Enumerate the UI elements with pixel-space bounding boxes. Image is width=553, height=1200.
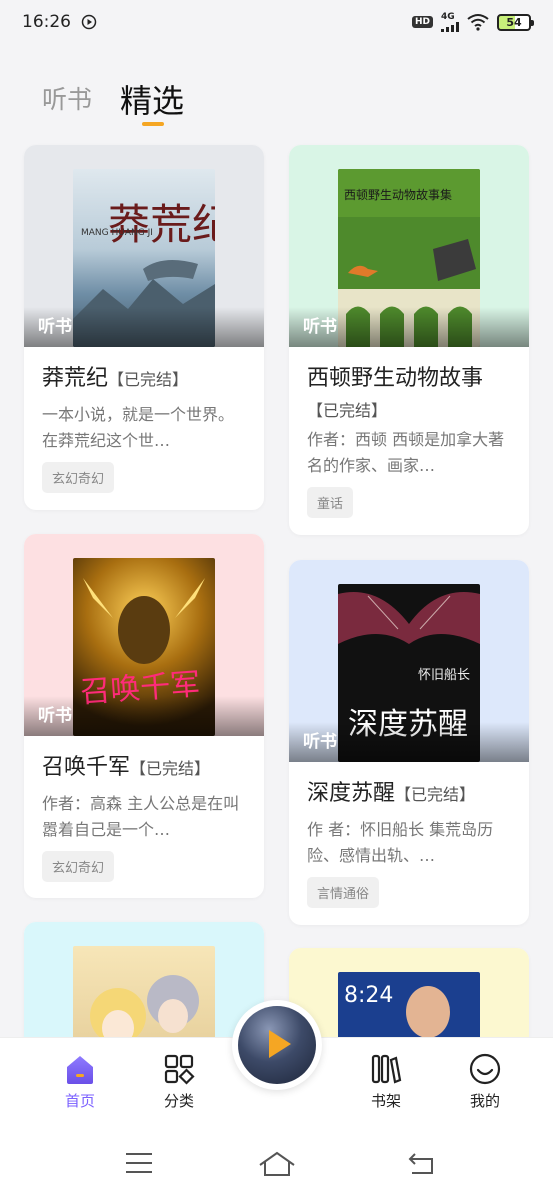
- book-description: 一本小说，就是一个世界。在莽荒纪这个世…: [42, 405, 235, 450]
- hd-badge: HD: [411, 16, 433, 28]
- listen-overlay: 听书: [289, 722, 529, 762]
- book-description: 作者：西顿 西顿是加拿大著名的作家、画家…: [307, 430, 505, 475]
- book-title: 莽荒纪: [42, 366, 109, 391]
- cover-area: 怀旧船长 深度苏醒 听书: [289, 560, 529, 762]
- book-card[interactable]: 召唤千军 听书 召唤千军【已完结】 作者：高森 主人公总是在叫嚣着自己是一个… …: [24, 534, 264, 898]
- listen-label: 听书: [303, 317, 337, 337]
- cover-area: 莽荒纪 MANG HUANG JI 听书: [24, 145, 264, 347]
- book-card[interactable]: 怀旧船长 深度苏醒 听书 深度苏醒【已完结】 作 者：怀旧船长 集荒岛历险、感情…: [289, 560, 529, 925]
- title-line: 莽荒纪【已完结】: [42, 363, 246, 396]
- title-line: 召唤千军【已完结】: [42, 752, 246, 785]
- grid-icon: [164, 1054, 195, 1085]
- nav-bookshelf-label: 书架: [370, 1092, 401, 1110]
- tab-active-indicator: [142, 122, 164, 126]
- nav-category-label: 分类: [163, 1092, 194, 1110]
- nav-mine-label: 我的: [469, 1092, 500, 1110]
- listen-overlay: 听书: [24, 307, 264, 347]
- genre-tag: 玄幻奇幻: [42, 462, 115, 493]
- nav-category[interactable]: 分类: [144, 1052, 214, 1111]
- cover-area: 召唤千军 听书: [24, 534, 264, 736]
- now-playing-button[interactable]: [232, 1000, 322, 1090]
- title-line: 深度苏醒【已完结】: [307, 778, 511, 811]
- system-nav-bar: [0, 1123, 553, 1200]
- signal-icon: 4G: [441, 11, 459, 32]
- book-status: 【已完结】: [130, 759, 211, 778]
- tab-featured[interactable]: 精选: [120, 76, 184, 122]
- wifi-icon: [467, 14, 489, 31]
- book-status: 【已完结】: [307, 401, 388, 420]
- media-play-icon: [81, 14, 97, 30]
- card-body: 莽荒纪【已完结】 一本小说，就是一个世界。在莽荒纪这个世… 玄幻奇幻: [24, 347, 264, 507]
- book-card[interactable]: 西顿野生动物故事集 听书 西顿野生动物故事 【已完结】 作者：西顿 西顿是加拿大…: [289, 145, 529, 535]
- book-status: 【已完结】: [395, 785, 476, 804]
- cover-area: 西顿野生动物故事集 听书: [289, 145, 529, 347]
- bookshelf-icon: [371, 1054, 402, 1084]
- top-tabs: 听书 精选: [0, 66, 553, 130]
- smiley-icon: [469, 1053, 501, 1085]
- nav-bookshelf[interactable]: 书架: [351, 1052, 421, 1111]
- book-description: 作者：高森 主人公总是在叫嚣着自己是一个…: [42, 794, 240, 839]
- battery-icon: 54: [497, 13, 534, 31]
- nav-home-label: 首页: [64, 1092, 95, 1110]
- clock: 16:26: [22, 12, 71, 32]
- nav-home[interactable]: 首页: [45, 1052, 115, 1111]
- svg-text:8:24: 8:24: [344, 983, 393, 1008]
- tab-listen[interactable]: 听书: [42, 80, 92, 116]
- card-body: 深度苏醒【已完结】 作 者：怀旧船长 集荒岛历险、感情出轨、… 言情通俗: [289, 762, 529, 922]
- home-button-icon[interactable]: [258, 1151, 296, 1177]
- card-body: 召唤千军【已完结】 作者：高森 主人公总是在叫嚣着自己是一个… 玄幻奇幻: [24, 736, 264, 896]
- home-icon: [67, 1056, 93, 1084]
- listen-label: 听书: [38, 317, 72, 337]
- book-description: 作 者：怀旧船长 集荒岛历险、感情出轨、…: [307, 820, 494, 865]
- listen-label: 听书: [38, 706, 72, 726]
- genre-tag: 言情通俗: [307, 877, 380, 908]
- cover-pinyin: MANG HUANG JI: [81, 228, 153, 238]
- now-playing-cover: [238, 1006, 316, 1084]
- book-title: 召唤千军: [42, 755, 131, 780]
- cover-title: 西顿野生动物故事集: [344, 187, 452, 202]
- battery-level: 54: [506, 15, 522, 29]
- genre-tag: 玄幻奇幻: [42, 851, 115, 882]
- listen-overlay: 听书: [289, 307, 529, 347]
- status-bar: 16:26 HD 4G 54: [0, 0, 553, 44]
- genre-tag: 童话: [307, 487, 354, 518]
- book-title: 深度苏醒: [307, 781, 396, 806]
- nav-mine[interactable]: 我的: [450, 1052, 520, 1111]
- network-type: 4G: [441, 11, 455, 22]
- cover-title: 莽荒纪: [108, 200, 215, 249]
- menu-icon[interactable]: [124, 1151, 154, 1175]
- book-title: 西顿野生动物故事: [307, 366, 484, 391]
- book-card[interactable]: 莽荒纪 MANG HUANG JI 听书 莽荒纪【已完结】 一本小说，就是一个世…: [24, 145, 264, 510]
- play-icon: [269, 1030, 291, 1058]
- listen-label: 听书: [303, 732, 337, 752]
- back-icon[interactable]: [406, 1151, 436, 1177]
- cover-author: 怀旧船长: [418, 668, 470, 683]
- book-status: 【已完结】: [108, 370, 189, 389]
- listen-overlay: 听书: [24, 696, 264, 736]
- card-body: 西顿野生动物故事 【已完结】 作者：西顿 西顿是加拿大著名的作家、画家… 童话: [289, 347, 529, 532]
